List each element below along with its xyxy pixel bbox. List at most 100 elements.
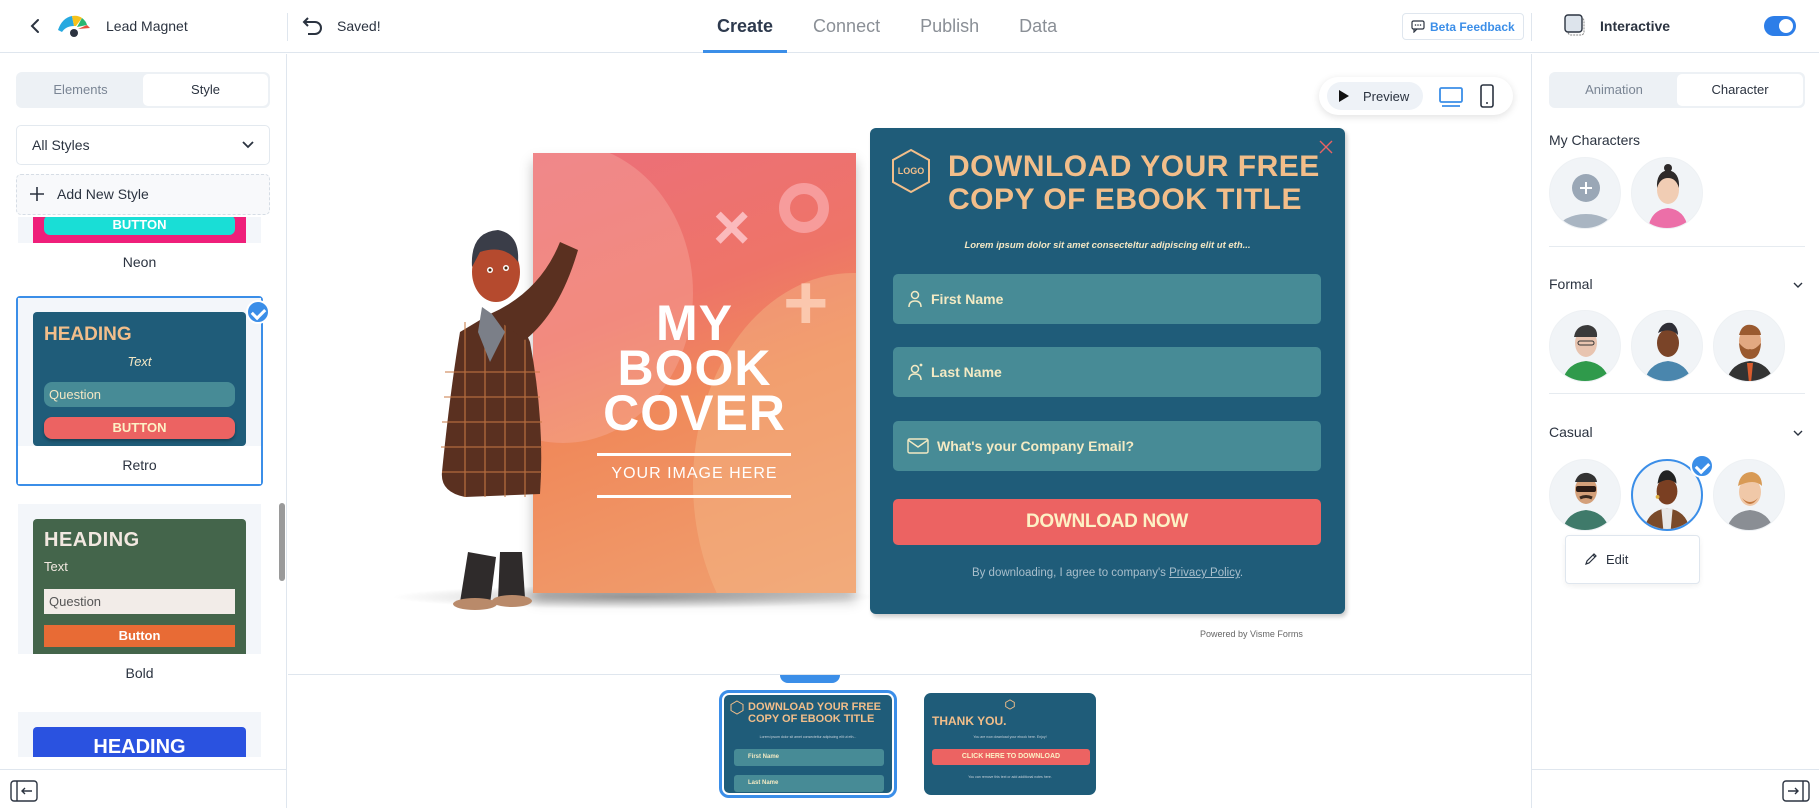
interactive-label: Interactive <box>1600 18 1671 34</box>
first-name-placeholder: First Name <box>931 291 1004 307</box>
back-chevron-icon[interactable] <box>24 14 46 38</box>
logo-hexagon-icon <box>1005 699 1015 710</box>
svg-text:LOGO: LOGO <box>898 166 925 176</box>
style-card-bold[interactable]: HEADING Text Question Button Bold <box>18 504 261 692</box>
right-panel: Animation Character My Characters Formal… <box>1531 54 1819 808</box>
email-field[interactable]: What's your Company Email? <box>893 421 1321 471</box>
style-name: Bold <box>125 665 154 681</box>
thumb-subtext: You can remove this text or add addition… <box>968 775 1052 779</box>
style-card-blue[interactable]: HEADING <box>18 712 261 757</box>
logo-hexagon-icon[interactable]: LOGO <box>890 148 932 194</box>
preview-button[interactable]: Preview <box>1327 82 1423 110</box>
collapse-left-panel-icon[interactable] <box>10 780 38 802</box>
undo-icon[interactable] <box>302 14 324 36</box>
download-now-button[interactable]: DOWNLOAD NOW <box>893 499 1321 545</box>
character-figure[interactable] <box>430 222 580 617</box>
page-thumbnail-1[interactable]: DOWNLOAD YOUR FREE COPY OF EBOOK TITLE L… <box>719 690 897 798</box>
character-blond-beard[interactable] <box>1713 459 1785 531</box>
thumb-button: CLICK HERE TO DOWNLOAD <box>932 749 1090 765</box>
chevron-down-icon[interactable] <box>1792 280 1804 290</box>
desktop-view-icon[interactable] <box>1438 83 1464 111</box>
resize-handle[interactable] <box>780 675 840 683</box>
collapse-right-panel-icon[interactable] <box>1782 780 1810 802</box>
first-name-field[interactable]: First Name <box>893 274 1321 324</box>
add-character-button[interactable] <box>1549 157 1621 229</box>
powered-by-label: Powered by Visme Forms <box>1200 629 1303 639</box>
tab-character[interactable]: Character <box>1677 74 1803 106</box>
add-new-style-button[interactable]: Add New Style <box>16 174 270 215</box>
circle-shape-icon <box>779 183 829 233</box>
character-bearded-vest[interactable] <box>1713 310 1785 382</box>
tab-elements[interactable]: Elements <box>18 74 143 106</box>
bold-preview-text: Text <box>44 559 68 574</box>
tab-publish[interactable]: Publish <box>906 0 993 53</box>
close-icon[interactable] <box>1319 140 1333 154</box>
book-cover-title: MY BOOK COVER <box>533 298 856 441</box>
style-card-neon[interactable]: BUTTON Neon <box>18 217 261 281</box>
lead-form: LOGO DOWNLOAD YOUR FREE COPY OF EBOOK TI… <box>870 128 1345 614</box>
heading-line: DOWNLOAD YOUR FREE <box>948 150 1320 183</box>
tab-create[interactable]: Create <box>703 0 788 53</box>
character-blue-shirt[interactable] <box>1631 310 1703 382</box>
preview-label: Preview <box>1363 88 1410 104</box>
form-subheading[interactable]: Lorem ipsum dolor sit amet consecteltur … <box>870 240 1345 251</box>
title-line: COVER <box>603 385 786 441</box>
mobile-view-icon[interactable] <box>1477 83 1497 109</box>
style-list-scrollbar[interactable] <box>279 503 285 581</box>
style-filter-select[interactable]: All Styles <box>16 125 270 165</box>
x-shape-icon: × <box>713 191 751 263</box>
right-panel-tabs: Animation Character <box>1549 72 1805 108</box>
thumb-subtext: You are now download your ebook here. En… <box>973 735 1047 739</box>
interactive-toggle[interactable] <box>1764 16 1796 36</box>
beta-feedback-button[interactable]: Beta Feedback <box>1402 13 1524 40</box>
heading-line: DOWNLOAD YOUR FREE <box>748 701 882 713</box>
book-cover-subtitle: YOUR IMAGE HERE <box>611 465 778 482</box>
pencil-icon <box>1585 553 1597 565</box>
divider <box>287 13 288 41</box>
style-name: Retro <box>18 446 261 484</box>
character-avatar <box>1644 322 1692 381</box>
tab-style[interactable]: Style <box>143 74 268 106</box>
privacy-policy-link[interactable]: Privacy Policy <box>1169 567 1240 579</box>
character-green-sweater[interactable] <box>1549 310 1621 382</box>
divider <box>0 769 287 770</box>
last-name-field[interactable]: Last Name <box>893 347 1321 397</box>
divider <box>597 495 791 498</box>
thumb-field: Last Name <box>734 775 884 792</box>
blue-preview-heading: HEADING <box>33 727 246 757</box>
left-panel-tabs: Elements Style <box>16 72 270 108</box>
thumb-field: First Name <box>734 749 884 766</box>
style-card-retro[interactable]: HEADING Text Question BUTTON Retro <box>16 296 263 486</box>
character-pink-jacket[interactable] <box>1631 157 1703 229</box>
page-thumbnail-2[interactable]: THANK YOU. You are now download your ebo… <box>924 693 1096 795</box>
section-title-casual: Casual <box>1549 424 1593 440</box>
user-icon <box>908 290 922 308</box>
character-avatar <box>1726 324 1774 381</box>
app-title[interactable]: Lead Magnet <box>106 18 188 34</box>
edit-character-menu-item[interactable]: Edit <box>1565 535 1700 584</box>
book-cover-image[interactable]: × + MY BOOK COVER YOUR IMAGE HERE <box>533 153 856 593</box>
layers-icon <box>1564 14 1585 36</box>
play-icon <box>1339 90 1349 102</box>
page-thumbnails-strip: DOWNLOAD YOUR FREE COPY OF EBOOK TITLE L… <box>288 674 1531 808</box>
thumb-subtext: Lorem ipsum dolor sit amet consecteltur … <box>759 735 857 739</box>
chevron-down-icon[interactable] <box>1792 428 1804 438</box>
tab-data[interactable]: Data <box>1005 0 1071 53</box>
consent-text: By downloading, I agree to company's Pri… <box>870 567 1345 579</box>
edit-label: Edit <box>1606 552 1629 567</box>
tab-animation[interactable]: Animation <box>1551 74 1677 106</box>
style-filter-value: All Styles <box>32 137 90 153</box>
tab-connect[interactable]: Connect <box>799 0 894 53</box>
neon-preview-button: BUTTON <box>44 217 235 235</box>
character-sunglasses[interactable] <box>1549 459 1621 531</box>
form-heading[interactable]: DOWNLOAD YOUR FREE COPY OF EBOOK TITLE <box>948 150 1320 216</box>
bold-preview-question: Question <box>44 589 235 614</box>
style-name: Neon <box>122 254 157 270</box>
logo-hexagon-icon <box>730 700 744 715</box>
bold-preview-bg: HEADING Text Question Button <box>33 519 246 654</box>
last-name-placeholder: Last Name <box>931 364 1002 380</box>
bold-preview-button: Button <box>44 625 235 647</box>
character-avatar <box>1562 472 1610 530</box>
divider <box>1531 13 1532 41</box>
retro-preview-question: Question <box>44 382 235 407</box>
